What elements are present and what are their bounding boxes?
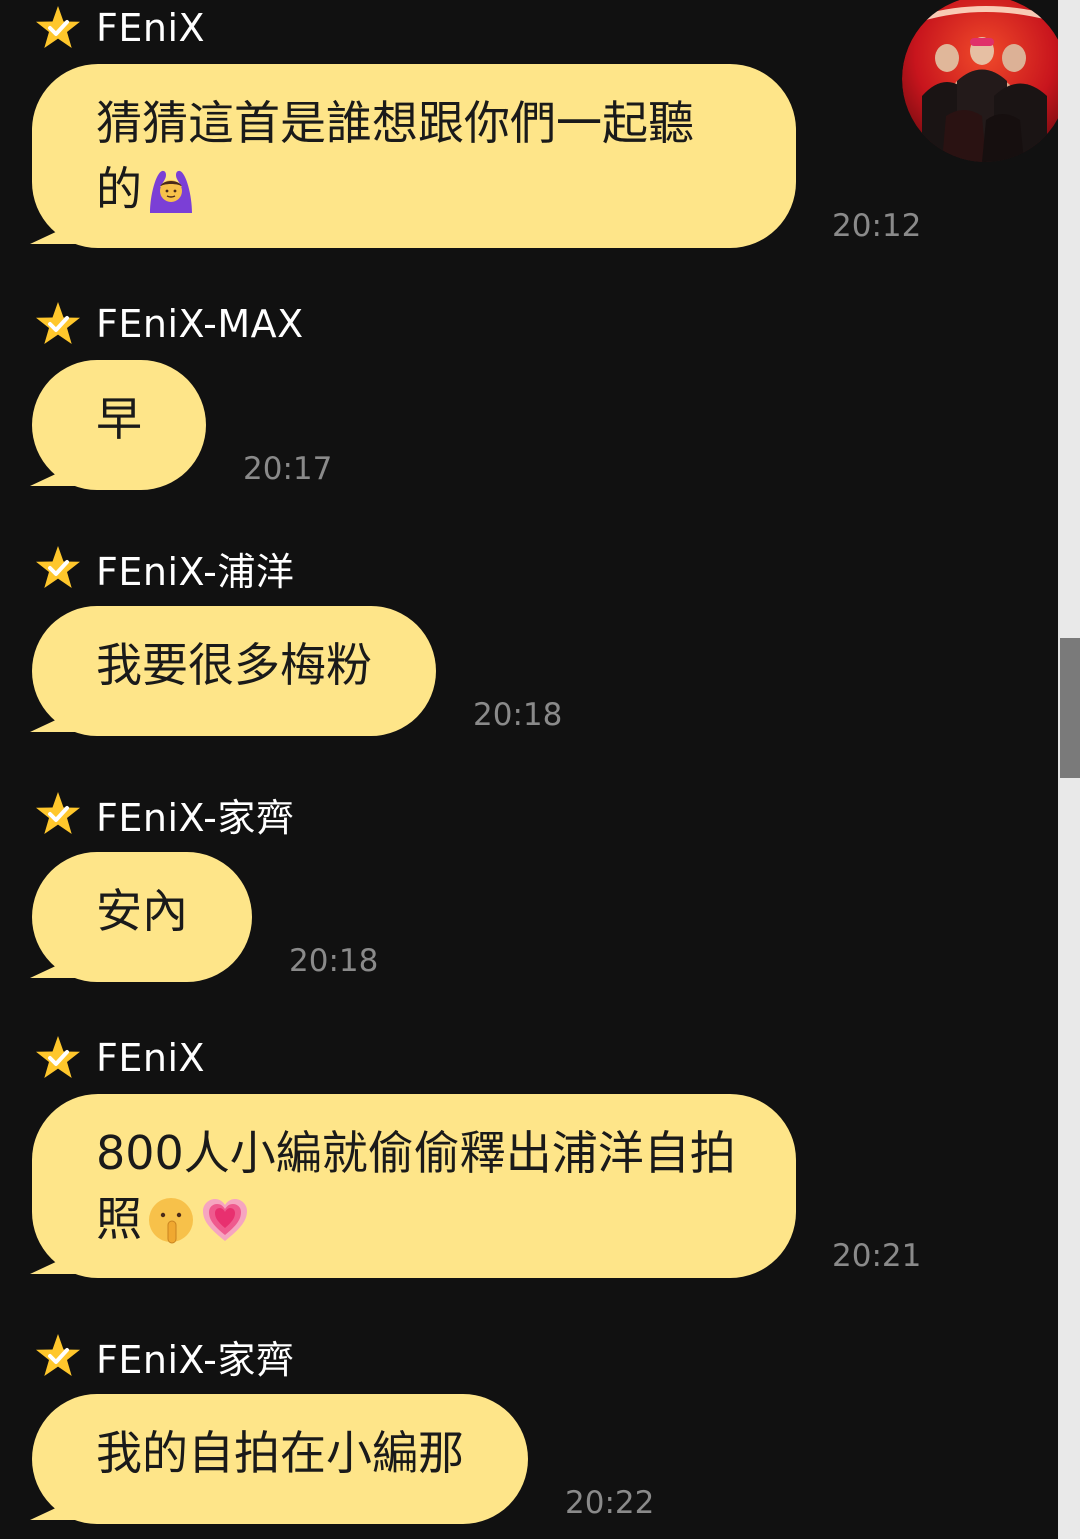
- sender-name[interactable]: FEniX-浦洋: [96, 541, 294, 596]
- message-bubble[interactable]: 800人小編就偷偷釋出浦洋自拍照: [30, 1094, 796, 1278]
- sender-row: FEniX-MAX: [34, 298, 304, 350]
- scrollbar-thumb[interactable]: [1060, 638, 1080, 778]
- star-badge-icon: [36, 302, 80, 344]
- star-badge-icon: [36, 792, 80, 834]
- star-badge-icon: [36, 6, 80, 48]
- group-avatar-icon[interactable]: [902, 0, 1068, 162]
- sender-name[interactable]: FEniX: [96, 1036, 205, 1080]
- star-badge-icon: [36, 1036, 80, 1078]
- message-timestamp: 20:22: [565, 1485, 655, 1521]
- message-timestamp: 20:17: [243, 451, 333, 487]
- message-bubble[interactable]: 我的自拍在小編那: [30, 1394, 528, 1524]
- sender-name[interactable]: FEniX-家齊: [96, 787, 294, 842]
- message-text: 早: [96, 392, 142, 446]
- message-bubble[interactable]: 猜猜這首是誰想跟你們一起聽的: [30, 64, 796, 248]
- message-bubble[interactable]: 安內: [30, 852, 252, 982]
- sender-row: FEniX-浦洋: [34, 542, 294, 594]
- sender-row: FEniX-家齊: [34, 1330, 294, 1382]
- sender-row: FEniX: [34, 1032, 205, 1084]
- sender-row: FEniX: [34, 2, 205, 54]
- sender-name[interactable]: FEniX: [96, 6, 205, 50]
- message-timestamp: 20:18: [473, 697, 563, 733]
- message-text: 安內: [96, 884, 188, 938]
- raising-hands-woman-emoji-icon: [150, 170, 192, 213]
- star-badge-icon: [36, 1334, 80, 1376]
- star-badge-icon: [36, 546, 80, 588]
- shushing-face-emoji-icon: [149, 1198, 193, 1244]
- message-text: 我的自拍在小編那: [96, 1426, 464, 1480]
- message-timestamp: 20:18: [289, 943, 379, 979]
- sender-name[interactable]: FEniX-MAX: [96, 302, 304, 346]
- sender-name[interactable]: FEniX-家齊: [96, 1329, 294, 1384]
- message-bubble[interactable]: 我要很多梅粉: [30, 606, 436, 736]
- sender-row: FEniX-家齊: [34, 788, 294, 840]
- message-text: 我要很多梅粉: [96, 638, 372, 692]
- growing-heart-emoji-icon: [203, 1199, 247, 1241]
- message-timestamp: 20:21: [832, 1238, 922, 1274]
- message-timestamp: 20:12: [832, 208, 922, 244]
- message-bubble[interactable]: 早: [30, 360, 206, 490]
- chat-screen: FEniX 猜猜這首是誰想跟你們一起聽的 20:12 FEniX-MAX 早 2…: [0, 0, 1080, 1539]
